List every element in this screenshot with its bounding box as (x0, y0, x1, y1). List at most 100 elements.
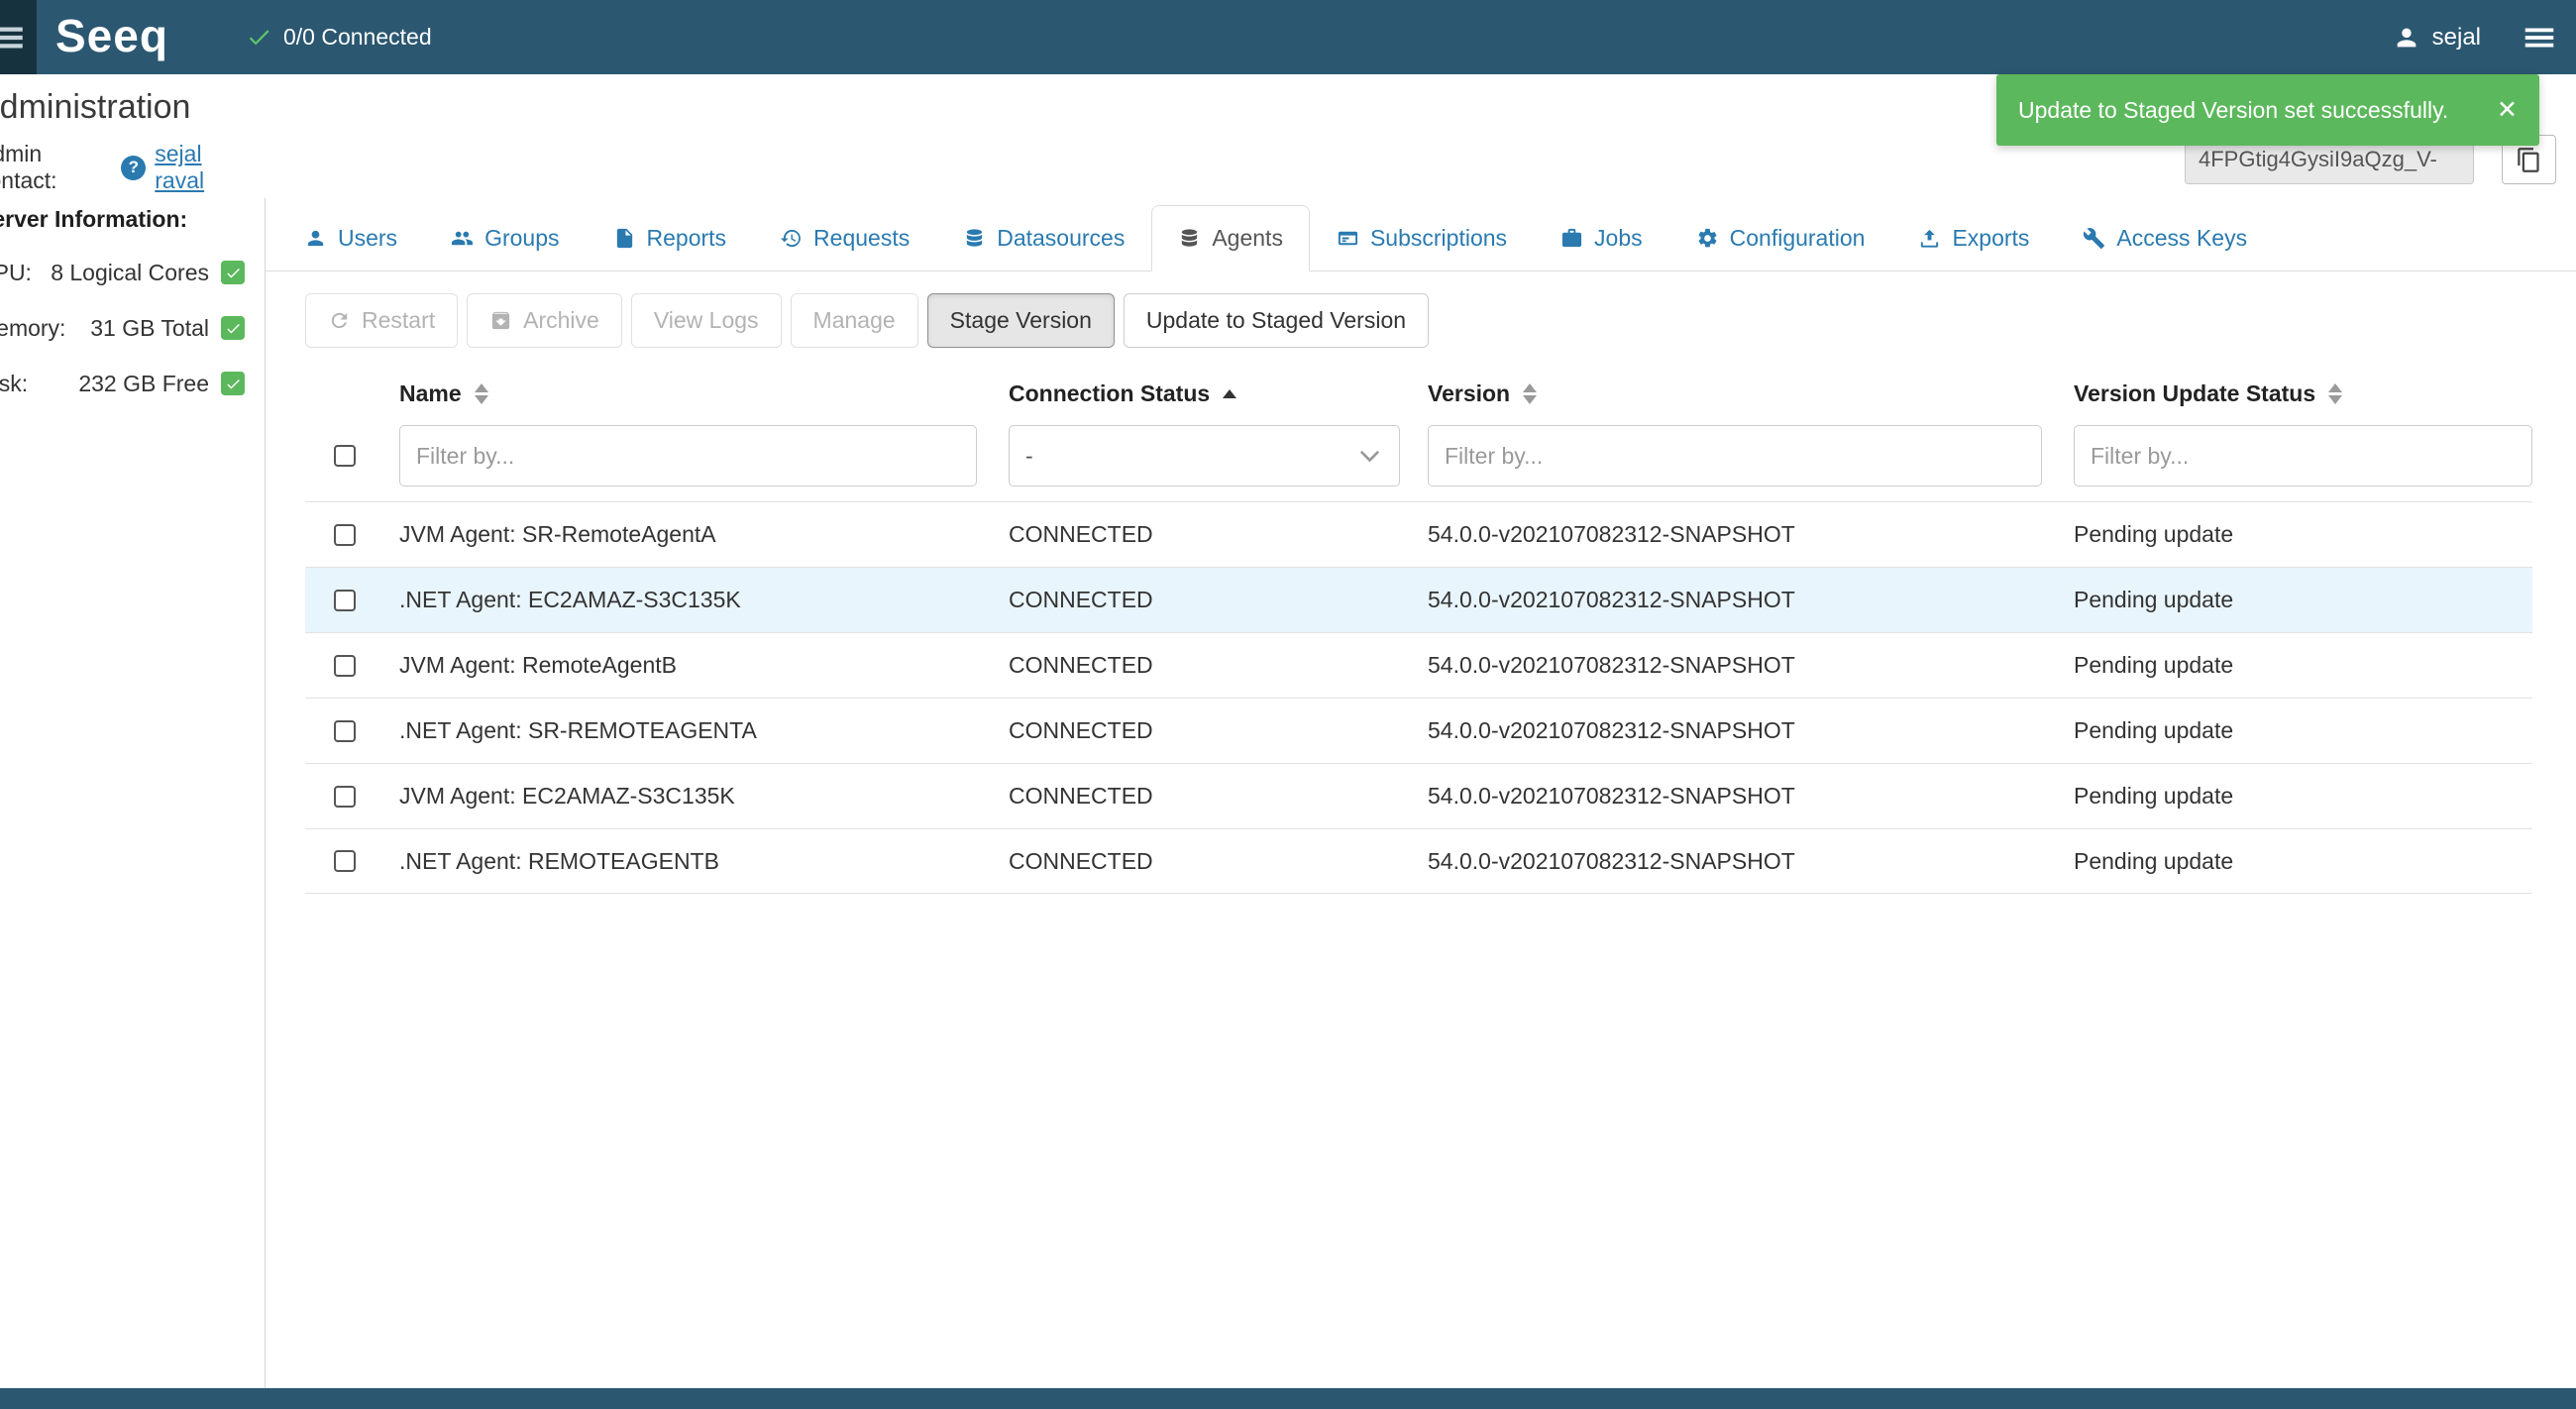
agent-version: 54.0.0-v202107082312-SNAPSHOT (1428, 521, 2074, 548)
column-header-name[interactable]: Name (399, 380, 1009, 407)
button-label: Update to Staged Version (1146, 307, 1406, 334)
sort-ascending-icon (1223, 389, 1236, 398)
seeq-admin-screen: Seeq 0/0 Connected sejal Update to Stage… (0, 0, 2576, 1409)
toast-message: Update to Staged Version set successfull… (2018, 97, 2448, 124)
agent-name: .NET Agent: EC2AMAZ-S3C135K (399, 587, 1009, 613)
check-icon (221, 316, 245, 340)
bottom-bar (0, 1388, 2576, 1409)
view-logs-button[interactable]: View Logs (631, 293, 782, 348)
version-update-status: Pending update (2074, 783, 2532, 810)
version-update-status: Pending update (2074, 587, 2532, 613)
wrench-icon (2083, 227, 2105, 250)
tab-label: Jobs (1594, 225, 1643, 252)
tab-datasources[interactable]: Datasources (936, 205, 1151, 271)
button-label: View Logs (654, 307, 759, 334)
row-checkbox[interactable] (334, 524, 356, 546)
top-navbar: Seeq 0/0 Connected sejal (0, 0, 2576, 74)
toast-close-button[interactable]: ✕ (2497, 98, 2518, 123)
database-icon (963, 227, 986, 250)
tab-exports[interactable]: Exports (1891, 205, 2056, 271)
copy-icon (2516, 147, 2542, 173)
table-row[interactable]: JVM Agent: EC2AMAZ-S3C135KCONNECTED54.0.… (305, 763, 2532, 828)
tab-agents[interactable]: Agents (1151, 205, 1310, 271)
row-checkbox[interactable] (334, 720, 356, 742)
agent-version: 54.0.0-v202107082312-SNAPSHOT (1428, 848, 2074, 875)
table-row[interactable]: .NET Agent: EC2AMAZ-S3C135KCONNECTED54.0… (305, 567, 2532, 632)
tab-label: Requests (813, 225, 910, 252)
version-filter-input[interactable] (1428, 425, 2042, 487)
connection-status-filter-select[interactable]: - (1009, 425, 1400, 487)
tab-reports[interactable]: Reports (587, 205, 754, 271)
hamburger-menu-button[interactable] (2521, 0, 2558, 74)
admin-contact-row: Admin contact: ? sejal raval (0, 151, 247, 184)
column-label: Connection Status (1009, 380, 1210, 407)
table-row[interactable]: .NET Agent: SR-REMOTEAGENTACONNECTED54.0… (305, 698, 2532, 763)
row-checkbox[interactable] (334, 786, 356, 808)
export-icon (1918, 227, 1941, 250)
agents-toolbar: RestartArchive View Logs ManageStage Versi… (305, 293, 1429, 348)
tab-requests[interactable]: Requests (753, 205, 936, 271)
menu-icon (2521, 19, 2558, 56)
admin-contact-label: Admin contact: (0, 141, 112, 194)
check-icon (246, 24, 272, 51)
agent-name: JVM Agent: EC2AMAZ-S3C135K (399, 783, 1009, 810)
sort-icon (2328, 383, 2342, 404)
name-filter-input[interactable] (399, 425, 977, 487)
column-header-connection-status[interactable]: Connection Status (1009, 380, 1428, 407)
archive-button[interactable]: Archive (467, 293, 622, 348)
card-icon (1337, 227, 1359, 250)
gear-icon (1696, 227, 1719, 250)
table-row[interactable]: JVM Agent: RemoteAgentBCONNECTED54.0.0-v… (305, 632, 2532, 698)
column-header-version[interactable]: Version (1428, 380, 2074, 407)
select-all-checkbox[interactable] (334, 445, 356, 467)
tab-access-keys[interactable]: Access Keys (2056, 205, 2274, 271)
archive-icon (489, 309, 512, 332)
agent-version: 54.0.0-v202107082312-SNAPSHOT (1428, 717, 2074, 744)
update-to-staged-version-button[interactable]: Update to Staged Version (1124, 293, 1429, 348)
manage-button[interactable]: Manage (791, 293, 918, 348)
version-update-status: Pending update (2074, 717, 2532, 744)
connection-status: CONNECTED (1009, 783, 1428, 810)
cpu-label: CPU: (0, 260, 32, 286)
disk-label: Disk: (0, 371, 28, 397)
user-icon (2393, 24, 2420, 52)
toast-notification: Update to Staged Version set successfull… (1996, 74, 2539, 146)
nav-corner-menu-button[interactable] (0, 0, 37, 74)
connection-status: CONNECTED (1009, 587, 1428, 613)
connection-status: CONNECTED (1009, 717, 1428, 744)
row-checkbox[interactable] (334, 850, 356, 872)
tab-groups[interactable]: Groups (424, 205, 586, 271)
user-menu[interactable]: sejal (2393, 0, 2481, 74)
table-row[interactable]: .NET Agent: REMOTEAGENTBCONNECTED54.0.0-… (305, 828, 2532, 894)
user-name: sejal (2432, 24, 2481, 52)
version-update-status: Pending update (2074, 521, 2532, 548)
column-header-version-update-status[interactable]: Version Update Status (2074, 380, 2532, 407)
table-filter-row: - (305, 418, 2532, 493)
stage-version-button[interactable]: Stage Version (927, 293, 1115, 348)
disk-row: Disk: 232 GB Free (0, 367, 245, 400)
row-checkbox[interactable] (334, 590, 356, 611)
restart-button[interactable]: Restart (305, 293, 458, 348)
database-icon (1178, 227, 1201, 250)
refresh-icon (328, 309, 351, 332)
tab-configuration[interactable]: Configuration (1669, 205, 1892, 271)
check-icon (221, 261, 245, 284)
table-row[interactable]: JVM Agent: SR-RemoteAgentACONNECTED54.0.… (305, 501, 2532, 567)
version-update-status: Pending update (2074, 848, 2532, 875)
tab-jobs[interactable]: Jobs (1534, 205, 1669, 271)
check-icon (221, 372, 245, 395)
sort-icon (475, 383, 488, 404)
admin-contact-link[interactable]: sejal raval (155, 141, 247, 194)
disk-value: 232 GB Free (78, 371, 209, 397)
tab-users[interactable]: Users (277, 205, 424, 271)
tab-label: Users (338, 225, 397, 252)
memory-row: Memory: 31 GB Total (0, 311, 245, 345)
file-icon (613, 227, 636, 250)
tab-label: Groups (484, 225, 559, 252)
tab-subscriptions[interactable]: Subscriptions (1310, 205, 1534, 271)
page-title: Administration (0, 87, 247, 127)
help-icon[interactable]: ? (121, 156, 146, 180)
version-update-status-filter-input[interactable] (2074, 425, 2532, 487)
row-checkbox[interactable] (334, 655, 356, 677)
server-info-panel: Administration Admin contact: ? sejal ra… (0, 87, 247, 400)
